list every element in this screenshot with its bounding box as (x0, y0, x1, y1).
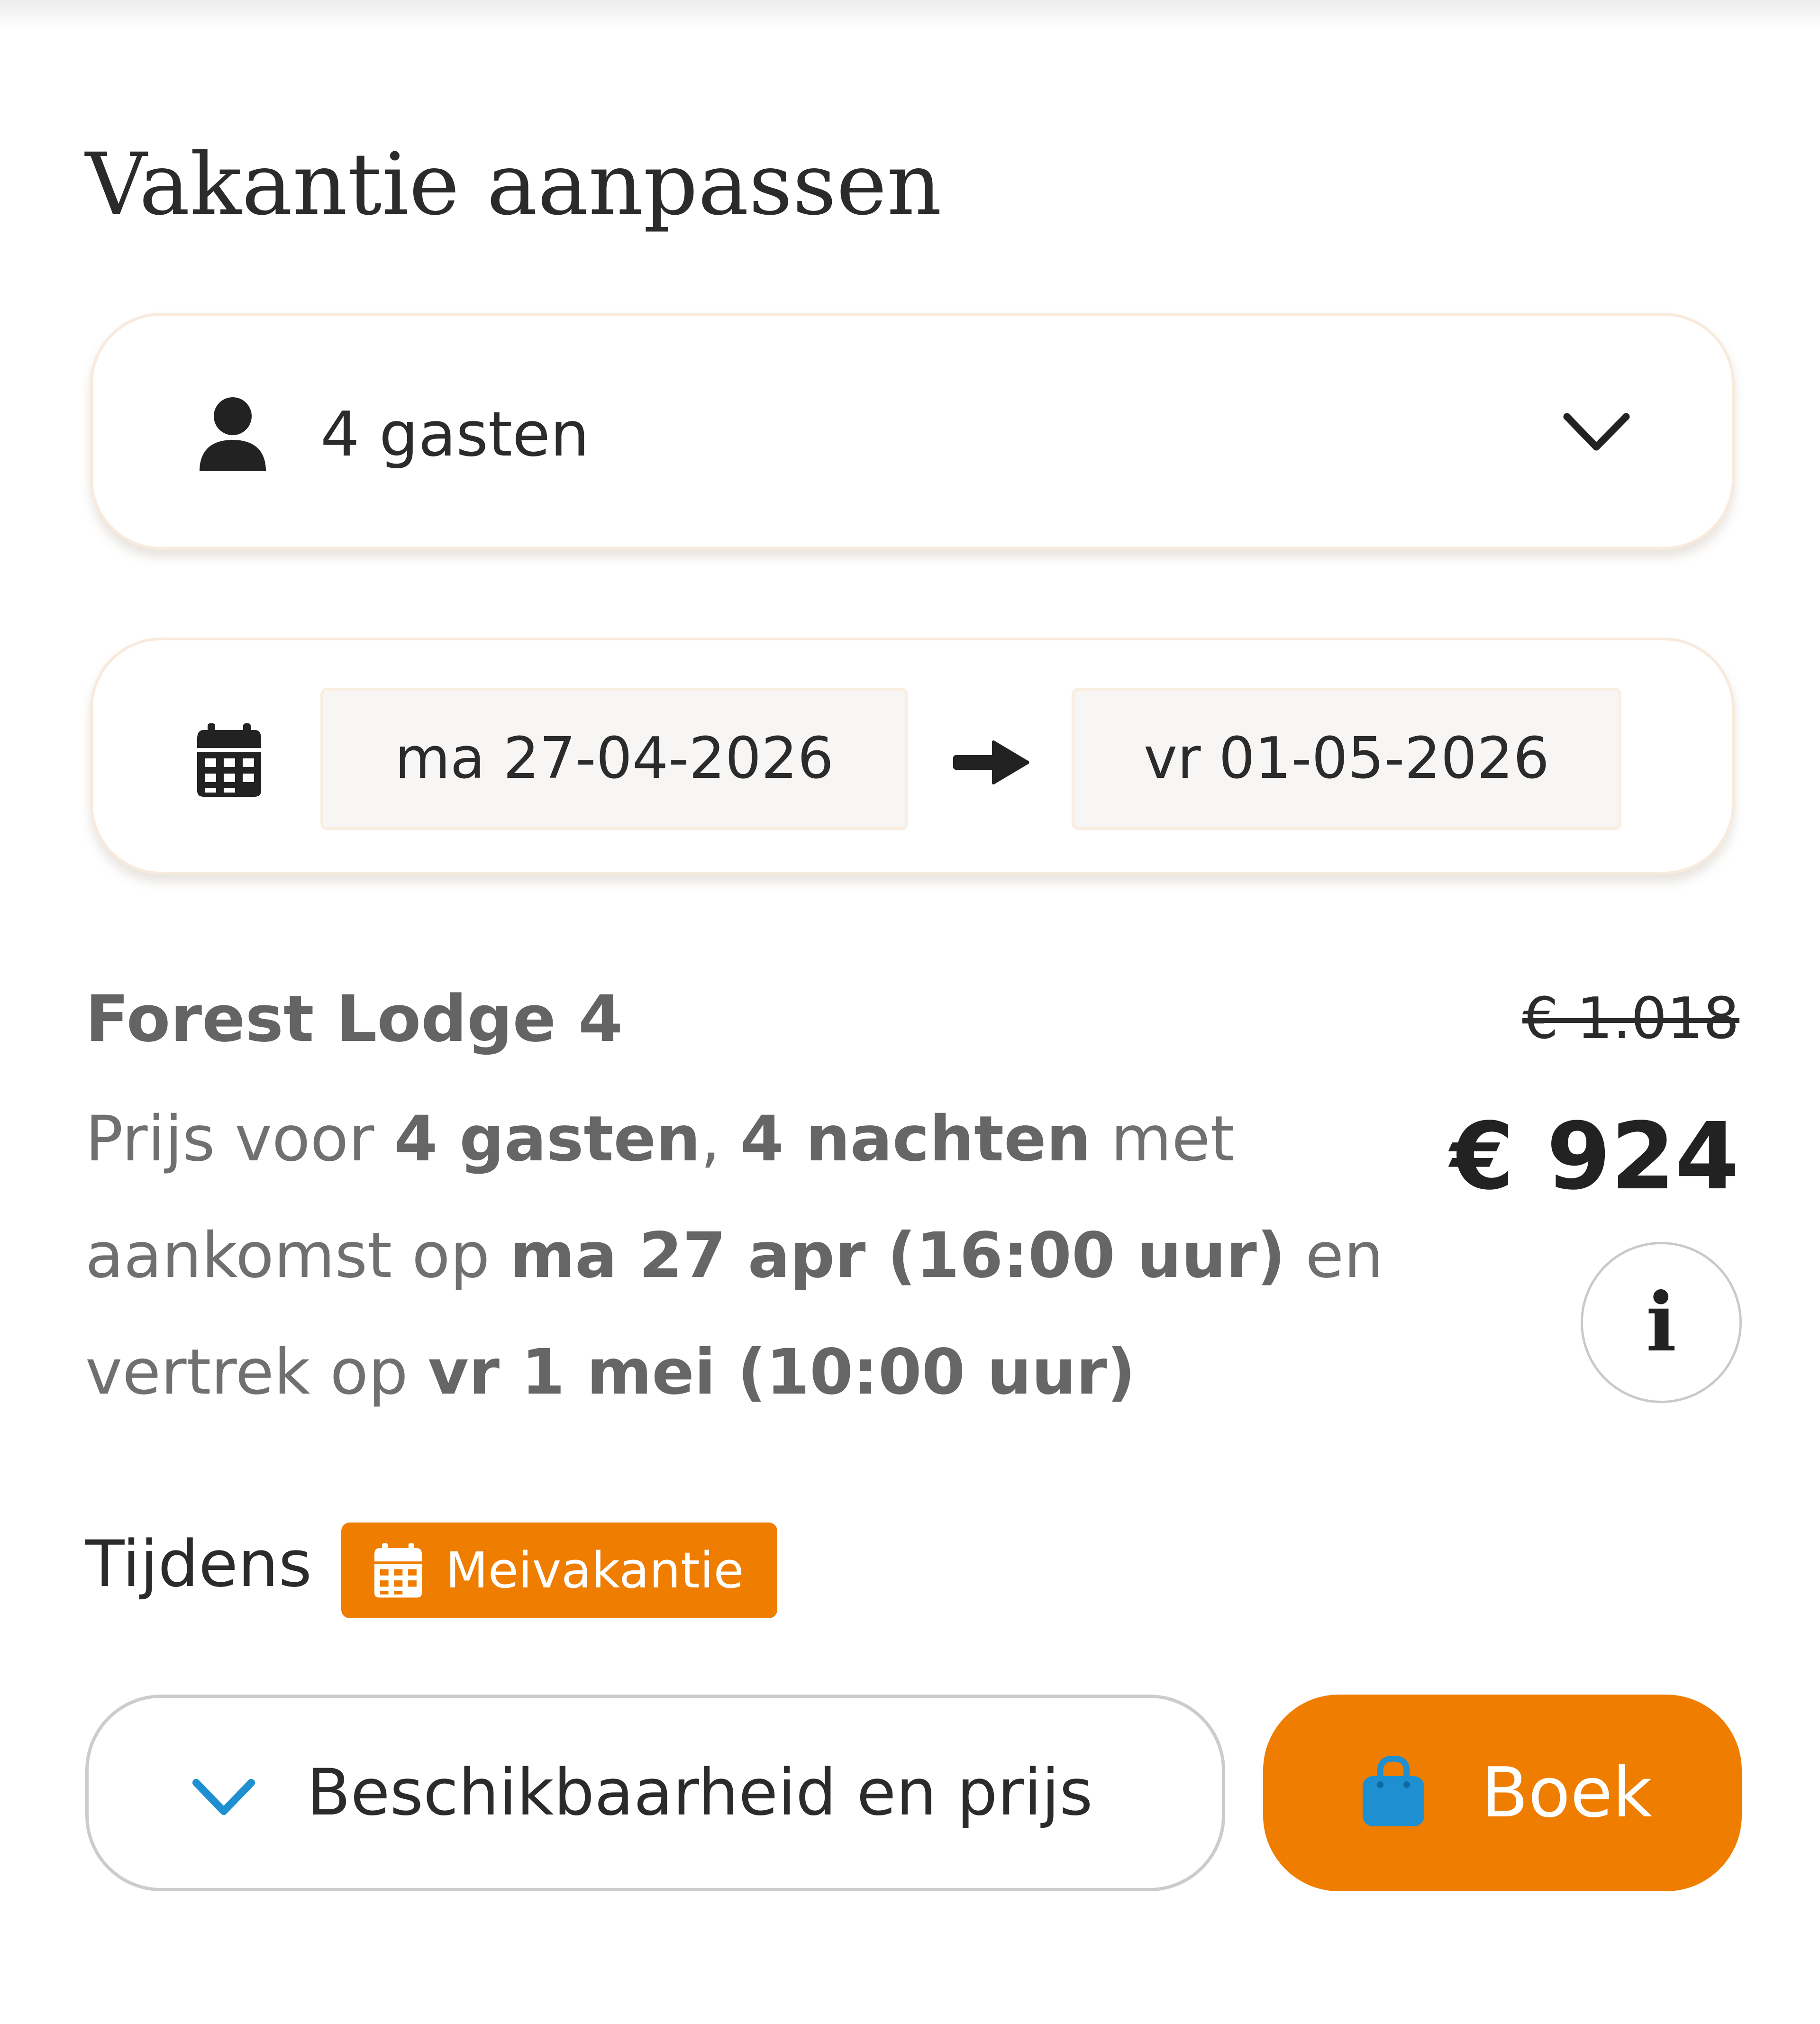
guests-count: 4 gasten (394, 1103, 701, 1176)
chevron-down-icon (192, 1779, 255, 1815)
arrow-right-icon (953, 740, 1029, 784)
book-label: Boek (1481, 1753, 1653, 1833)
season-prefix: Tijdens (85, 1527, 312, 1601)
calendar-icon (374, 1543, 422, 1598)
accommodation-name: Forest Lodge 4 (85, 982, 623, 1056)
availability-and-price-button[interactable]: Beschikbaarheid en prijs (85, 1695, 1225, 1891)
top-shadow (0, 0, 1820, 28)
user-icon (200, 397, 266, 471)
original-price: € 1.018 (1522, 986, 1739, 1052)
calendar-icon (197, 723, 261, 797)
current-price: € 924 (1450, 1103, 1739, 1210)
guests-value: 4 gasten (320, 398, 590, 470)
guests-selector[interactable]: 4 gasten (90, 313, 1735, 550)
page-title: Vakantie aanpassen (85, 135, 942, 234)
season-badge: Meivakantie (341, 1523, 777, 1618)
arrival-datetime: ma 27 apr (16:00 uur) (510, 1219, 1286, 1292)
departure-datetime: vr 1 mei (10:00 uur) (428, 1336, 1136, 1409)
arrival-date-input[interactable]: ma 27-04-2026 (320, 688, 908, 830)
availability-label: Beschikbaarheid en prijs (307, 1755, 1093, 1830)
departure-date-input[interactable]: vr 01-05-2026 (1072, 688, 1621, 830)
chevron-down-icon (1563, 413, 1630, 451)
shopping-bag-icon (1363, 1756, 1424, 1826)
book-button[interactable]: Boek (1263, 1695, 1742, 1891)
date-range-selector: ma 27-04-2026 vr 01-05-2026 (90, 638, 1735, 875)
price-info-button[interactable]: i (1581, 1242, 1742, 1403)
price-description: Prijs voor 4 gasten, 4 nachten met aanko… (85, 1103, 1384, 1409)
nights-count: 4 nachten (740, 1103, 1091, 1176)
season-badge-label: Meivakantie (446, 1541, 744, 1599)
